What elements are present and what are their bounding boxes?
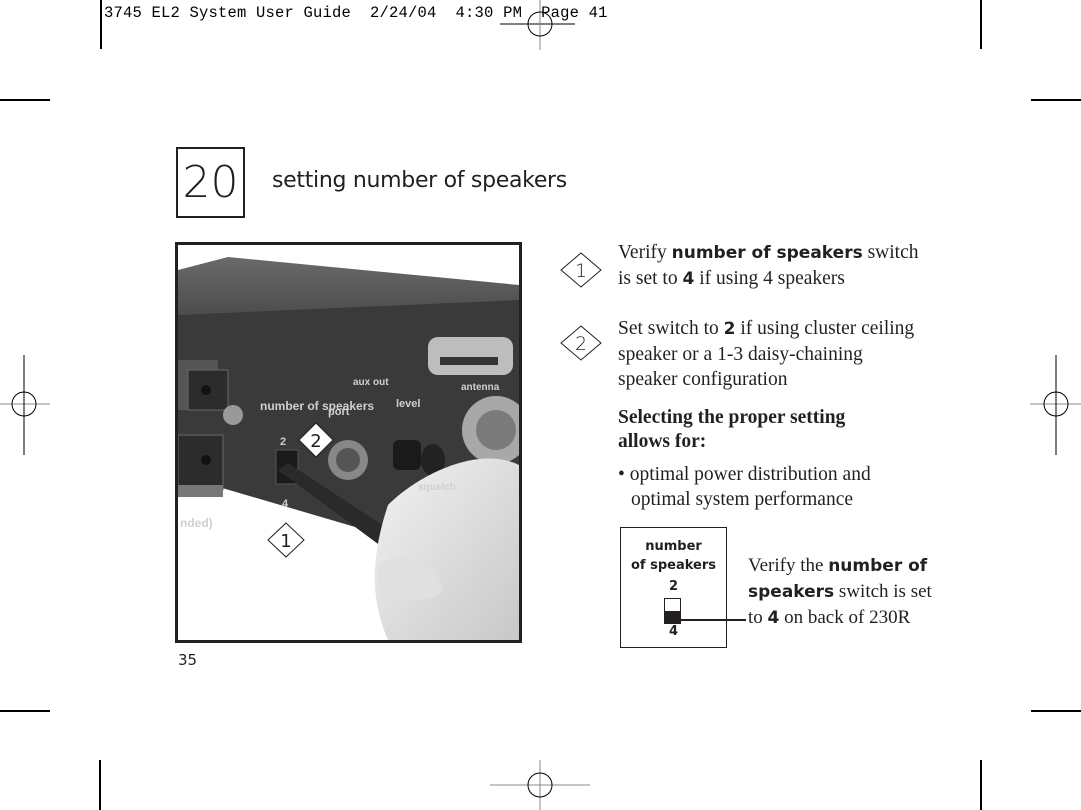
step-2-line-3: speaker configuration [618,369,788,390]
crop-mark [0,710,50,712]
diagram-caption-line-2: speakers switch is set [748,581,932,602]
svg-text:1: 1 [280,531,291,552]
page-number: 35 [178,651,198,669]
crop-mark [980,760,982,810]
diagram-caption-line-1: Verify the number of [748,555,928,576]
benefits-heading-line-1: Selecting the proper setting [618,407,846,428]
panel-label-squelch: squelch [418,482,456,493]
diagram-leader-line [680,619,746,621]
receiver-back-panel-illustration: number of speakers aux out port level an… [178,257,519,640]
svg-text:2: 2 [310,431,321,452]
diagram-switch [664,598,681,624]
crop-mark [0,99,50,101]
step-2-line-1: Set switch to 2 if using cluster ceiling [618,318,915,339]
crop-mark [1031,710,1081,712]
crop-mark [980,0,982,49]
diagram-label-line-2: of speakers [630,558,716,573]
benefits-heading-line-2: allows for: [618,431,707,452]
bullet-line-2: optimal system performance [631,489,854,510]
registration-mark-left [0,355,50,455]
panel-label-level: level [396,398,420,410]
benefits-heading: Selecting the proper setting allows for: [618,406,845,454]
crop-mark [1031,99,1081,101]
diagram-caption: Verify the number of speakers switch is … [748,553,932,631]
step-1-text: Verify number of speakers switch is set … [618,240,919,292]
step-1-line-1: Verify number of speakers switch [618,242,919,263]
bullet-line-1: optimal power distribution and [629,464,871,485]
panel-label-port: port [328,406,350,418]
step-marker-2: 2 [560,325,602,361]
svg-text:1: 1 [575,260,587,282]
svg-text:2: 2 [575,333,587,355]
diagram-label-line-1: number [645,539,702,554]
registration-mark-right [1030,355,1081,455]
diagram-switch-top-value: 2 [668,579,679,594]
diagram-caption-line-3: to 4 on back of 230R [748,607,911,628]
crop-mark [99,760,101,810]
crop-mark [100,0,102,49]
section-title: setting number of speakers [272,168,567,193]
step-1-line-2: is set to 4 if using 4 speakers [618,268,845,289]
step-marker-1: 1 [560,252,602,288]
step-2-text: Set switch to 2 if using cluster ceiling… [618,316,914,392]
registration-mark-top [500,0,575,50]
bullet-item: • optimal power distribution and optimal… [618,462,871,512]
panel-label-antenna: antenna [461,382,500,393]
section-number-box: 20 [176,147,245,218]
step-2-line-2: speaker or a 1-3 daisy-chaining [618,344,863,365]
diagram-switch-bottom-value: 4 [668,624,679,639]
registration-mark-bottom [490,760,590,810]
product-photo: number of speakers aux out port level an… [175,242,522,643]
section-number: 20 [182,157,239,208]
bullet-symbol: • [618,464,625,485]
panel-label-number: number of speakers [260,399,374,413]
diagram-switch-knob [665,611,680,623]
panel-label-switch-4: 4 [282,498,289,510]
panel-label-switch-2: 2 [280,436,286,448]
panel-label-aux-out: aux out [353,377,389,388]
switch-diagram: number of speakers 2 4 [620,527,727,648]
panel-label-recommended: nded) [180,516,213,530]
